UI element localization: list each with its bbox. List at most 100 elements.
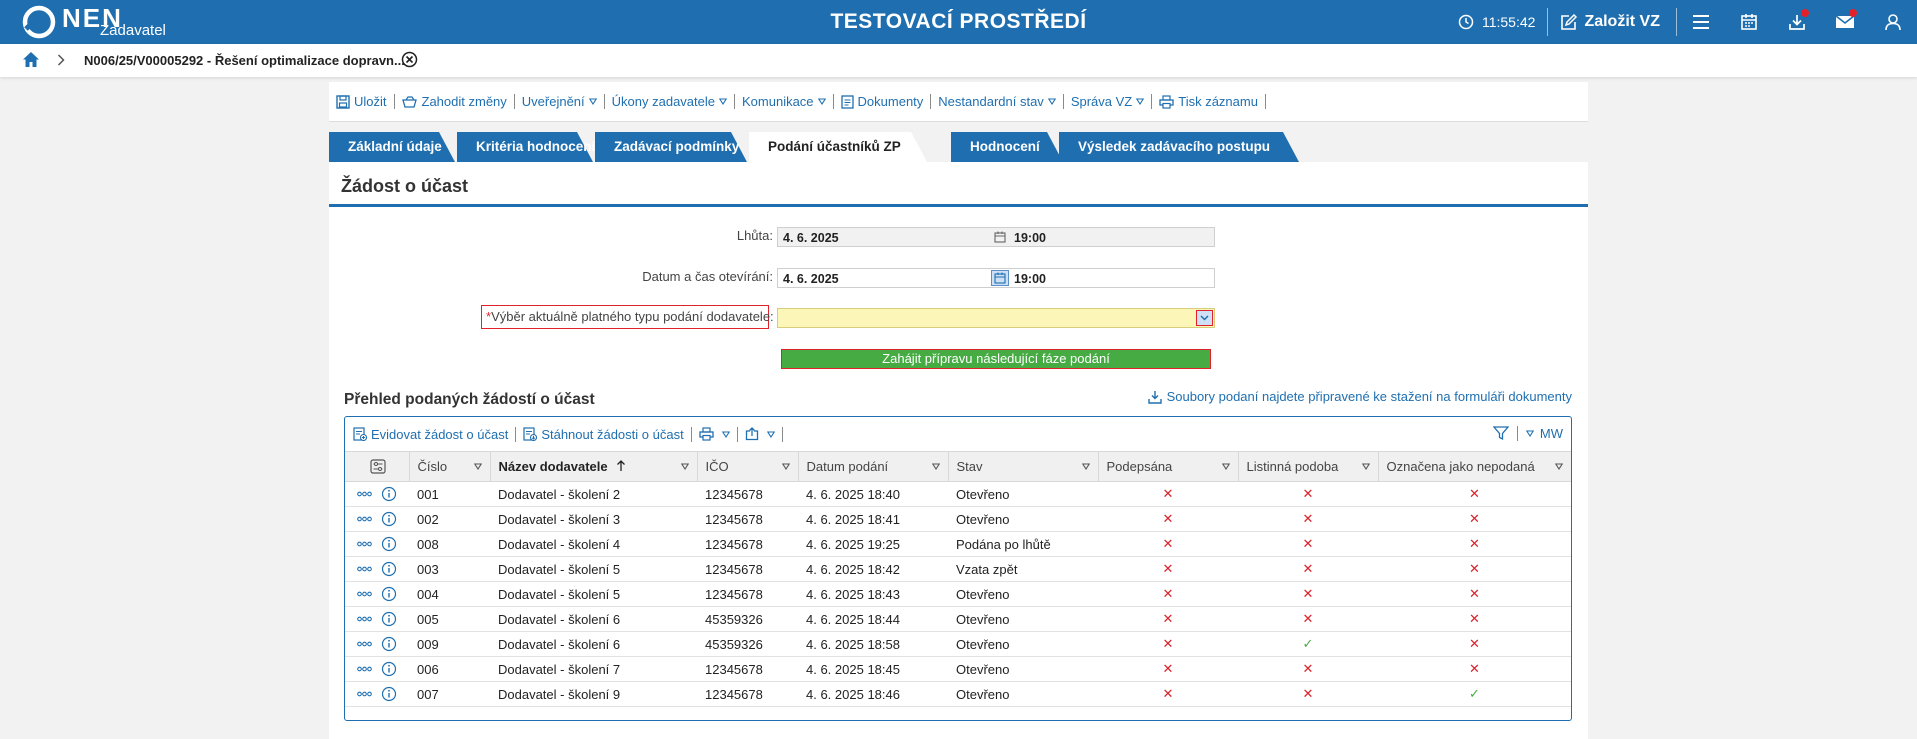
column-filter-icon[interactable] bbox=[931, 463, 940, 470]
more-actions-icon[interactable] bbox=[357, 491, 372, 497]
column-settings-icon bbox=[370, 459, 386, 474]
calendar-icon[interactable] bbox=[991, 270, 1009, 286]
cross-icon: ✕ bbox=[1302, 661, 1314, 676]
menu-button[interactable] bbox=[1677, 0, 1725, 44]
cell-marked-not-submitted: ✕ bbox=[1378, 556, 1571, 582]
info-icon[interactable] bbox=[381, 686, 397, 702]
submission-type-select[interactable] bbox=[777, 308, 1215, 328]
calendar-button[interactable] bbox=[1725, 0, 1773, 44]
cell-marked-not-submitted: ✕ bbox=[1378, 606, 1571, 632]
table-row[interactable]: 004 Dodavatel - školení 5 12345678 4. 6. 20… bbox=[345, 581, 1571, 607]
column-header-signed[interactable]: Podepsána bbox=[1098, 451, 1239, 482]
info-icon[interactable] bbox=[381, 561, 397, 577]
column-filter-icon[interactable] bbox=[473, 463, 482, 470]
table-row[interactable]: 003 Dodavatel - školení 5 12345678 4. 6. 20… bbox=[345, 556, 1571, 582]
caret-down-icon bbox=[766, 430, 775, 438]
chevron-down-icon[interactable] bbox=[1196, 310, 1213, 326]
more-actions-icon[interactable] bbox=[357, 591, 372, 597]
cell-paper-form: ✕ bbox=[1238, 556, 1378, 582]
print-record-button[interactable]: Tisk záznamu bbox=[1159, 94, 1265, 109]
info-icon[interactable] bbox=[381, 636, 397, 652]
more-actions-icon[interactable] bbox=[357, 641, 372, 647]
breadcrumb-current[interactable]: N006/25/V00005292 - Řešení optimalizace … bbox=[84, 53, 405, 68]
info-icon[interactable] bbox=[381, 586, 397, 602]
column-filter-icon[interactable] bbox=[1221, 463, 1230, 470]
table-row[interactable]: 008 Dodavatel - školení 4 12345678 4. 6. 20… bbox=[345, 531, 1571, 557]
column-header-state[interactable]: Stav bbox=[948, 451, 1099, 482]
info-icon[interactable] bbox=[381, 536, 397, 552]
column-filter-icon[interactable] bbox=[1081, 463, 1090, 470]
tab-evaluation[interactable]: Hodnocení bbox=[951, 132, 1063, 162]
column-header-ico[interactable]: IČO bbox=[697, 451, 799, 482]
clock-time: 11:55:42 bbox=[1481, 14, 1536, 30]
info-icon[interactable] bbox=[381, 511, 397, 527]
more-actions-icon[interactable] bbox=[357, 666, 372, 672]
export-menu[interactable] bbox=[745, 427, 782, 441]
tab-procedure-result[interactable]: Výsledek zadávacího postupu bbox=[1059, 132, 1299, 162]
opening-field[interactable]: 4. 6. 2025 19:00 bbox=[777, 268, 1215, 288]
export-icon bbox=[745, 427, 758, 441]
column-header-supplier-name[interactable]: Název dodavatele bbox=[490, 451, 698, 482]
table-row[interactable]: 002 Dodavatel - školení 3 12345678 4. 6. 20… bbox=[345, 506, 1571, 532]
register-request-label: Evidovat žádost o účast bbox=[371, 426, 509, 442]
tab-evaluation-criteria[interactable]: Kritéria hodnocení bbox=[457, 132, 595, 162]
info-icon[interactable] bbox=[381, 661, 397, 677]
table-row[interactable]: 001 Dodavatel - školení 2 12345678 4. 6. 20… bbox=[345, 481, 1571, 507]
home-icon[interactable] bbox=[22, 51, 40, 68]
cell-paper-form: ✕ bbox=[1238, 606, 1378, 632]
vz-management-menu[interactable]: Správa VZ bbox=[1071, 94, 1151, 109]
print-menu[interactable] bbox=[699, 427, 737, 441]
info-icon[interactable] bbox=[381, 486, 397, 502]
column-filter-icon[interactable] bbox=[1361, 463, 1370, 470]
list-title: Přehled podaných žádostí o účast bbox=[344, 391, 595, 408]
cell-paper-form: ✓ bbox=[1238, 631, 1378, 657]
more-actions-icon[interactable] bbox=[357, 541, 372, 547]
more-actions-icon[interactable] bbox=[357, 516, 372, 522]
column-header-number[interactable]: Číslo bbox=[409, 451, 491, 482]
documents-button[interactable]: Dokumenty bbox=[840, 94, 931, 109]
table-row[interactable]: 006 Dodavatel - školení 7 12345678 4. 6. 20… bbox=[345, 656, 1571, 682]
table-row[interactable]: 005 Dodavatel - školení 6 45359326 4. 6. 20… bbox=[345, 606, 1571, 632]
tab-basic-info[interactable]: Základní údaje bbox=[329, 132, 455, 162]
more-actions-icon[interactable] bbox=[357, 691, 372, 697]
tab-participant-submissions[interactable]: Podání účastníků ZP bbox=[749, 132, 927, 162]
table-row[interactable]: 007 Dodavatel - školení 9 12345678 4. 6. 20… bbox=[345, 681, 1571, 707]
column-header-paper-form[interactable]: Listinná podoba bbox=[1238, 451, 1379, 482]
discard-changes-button[interactable]: Zahodit změny bbox=[401, 94, 514, 109]
files-download-link[interactable]: Soubory podaní najdete připravené ke sta… bbox=[1147, 389, 1572, 404]
submission-type-label: *Výběr aktuálně platného typu podání dod… bbox=[481, 305, 774, 329]
messages-button[interactable] bbox=[1821, 0, 1869, 44]
start-next-phase-button[interactable]: Zahájit přípravu následující fáze podání bbox=[781, 349, 1211, 369]
column-header-submission-date[interactable]: Datum podání bbox=[798, 451, 949, 482]
column-settings-cell[interactable] bbox=[345, 451, 410, 482]
filter-icon[interactable] bbox=[1492, 425, 1509, 441]
close-tab-icon[interactable] bbox=[401, 51, 418, 68]
caret-down-icon[interactable] bbox=[1525, 429, 1534, 437]
more-actions-icon[interactable] bbox=[357, 616, 372, 622]
table-row[interactable]: 009 Dodavatel - školení 6 45359326 4. 6. 20… bbox=[345, 631, 1571, 657]
cell-submission-date: 4. 6. 2025 18:43 bbox=[798, 581, 948, 607]
downloads-button[interactable] bbox=[1773, 0, 1821, 44]
sort-ascending-icon bbox=[617, 460, 626, 471]
column-filter-icon[interactable] bbox=[680, 463, 689, 470]
column-filter-icon[interactable] bbox=[1554, 463, 1563, 470]
info-icon[interactable] bbox=[381, 611, 397, 627]
register-request-button[interactable]: Evidovat žádost o účast bbox=[353, 427, 515, 442]
mw-menu[interactable]: MW bbox=[1540, 426, 1563, 441]
cell-submission-date: 4. 6. 2025 18:58 bbox=[798, 631, 948, 657]
download-requests-button[interactable]: Stáhnout žádosti o účast bbox=[523, 427, 690, 442]
user-button[interactable] bbox=[1869, 0, 1917, 44]
contracting-actions-menu[interactable]: Úkony zadavatele bbox=[612, 94, 734, 109]
communication-menu[interactable]: Komunikace bbox=[742, 94, 833, 109]
nonstandard-state-menu[interactable]: Nestandardní stav bbox=[938, 94, 1063, 109]
top-bar: NEN Zadavatel TESTOVACÍ PROSTŘEDÍ 11:55:… bbox=[0, 0, 1917, 44]
column-header-marked-not-submitted[interactable]: Označena jako nepodaná bbox=[1378, 451, 1571, 482]
logo-subtitle: Zadavatel bbox=[100, 22, 166, 39]
save-button[interactable]: Uložit bbox=[336, 94, 394, 109]
cell-paper-form: ✕ bbox=[1238, 506, 1378, 532]
column-filter-icon[interactable] bbox=[781, 463, 790, 470]
create-vz-button[interactable]: Založit VZ bbox=[1548, 13, 1676, 31]
publication-menu[interactable]: Uveřejnění bbox=[522, 94, 604, 109]
tab-tender-conditions[interactable]: Zadávací podmínky bbox=[595, 132, 747, 162]
more-actions-icon[interactable] bbox=[357, 566, 372, 572]
